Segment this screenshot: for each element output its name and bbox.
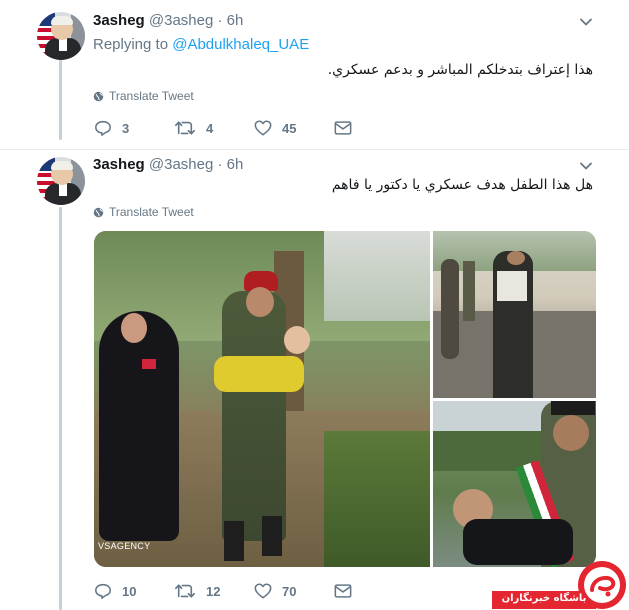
translate-tweet[interactable]: Translate Tweet bbox=[93, 205, 194, 219]
direct-message-button[interactable] bbox=[334, 120, 414, 136]
dm-icon bbox=[334, 121, 352, 135]
display-name[interactable]: 3asheg bbox=[93, 156, 145, 173]
photo-officer-child[interactable] bbox=[433, 401, 596, 567]
like-icon bbox=[254, 583, 272, 599]
direct-message-button[interactable] bbox=[334, 583, 414, 599]
reply-count: 3 bbox=[122, 120, 130, 136]
user-handle[interactable]: @3asheg bbox=[149, 156, 213, 173]
like-count: 45 bbox=[282, 120, 297, 136]
replying-to: Replying to @Abdulkhaleq_UAE bbox=[93, 36, 309, 53]
translate-label: Translate Tweet bbox=[109, 205, 194, 219]
reply-button[interactable]: 10 bbox=[94, 582, 174, 600]
tweet-text: هذا إعتراف بتدخلكم المباشر و بدعم عسكري. bbox=[327, 62, 593, 78]
replying-to-link[interactable]: @Abdulkhaleq_UAE bbox=[172, 36, 309, 53]
tweet[interactable]: 3asheg @3asheg · 6h Replying to @Abdulkh… bbox=[0, 0, 629, 150]
retweet-button[interactable]: 4 bbox=[174, 119, 254, 137]
like-icon bbox=[254, 120, 272, 136]
retweet-icon bbox=[175, 121, 195, 135]
retweet-count: 4 bbox=[206, 120, 214, 136]
media-watermark: VSAGENCY bbox=[98, 541, 151, 551]
like-button[interactable]: 70 bbox=[254, 582, 334, 600]
tweet-time[interactable]: 6h bbox=[227, 156, 244, 173]
like-button[interactable]: 45 bbox=[254, 119, 334, 137]
globe-icon bbox=[93, 207, 104, 217]
news-agency-logo: باشگاه خبرنگاران bbox=[492, 560, 629, 610]
display-name[interactable]: 3asheg bbox=[93, 12, 145, 29]
avatar[interactable] bbox=[37, 157, 85, 205]
reply-icon bbox=[95, 120, 111, 136]
dm-icon bbox=[334, 584, 352, 598]
separator-dot: · bbox=[217, 156, 223, 173]
reply-count: 10 bbox=[122, 583, 137, 599]
chevron-down-icon[interactable] bbox=[579, 159, 593, 173]
tweet-text: هل هذا الطفل هدف عسكري يا دكتور يا فاهم bbox=[331, 177, 593, 193]
photo-soldier-child[interactable] bbox=[94, 231, 430, 567]
separator-dot: · bbox=[217, 12, 223, 29]
retweet-icon bbox=[175, 584, 195, 598]
logo-text: باشگاه خبرنگاران bbox=[501, 593, 587, 604]
translate-tweet[interactable]: Translate Tweet bbox=[93, 89, 194, 103]
photo-street[interactable] bbox=[433, 231, 596, 398]
tweet-time[interactable]: 6h bbox=[227, 12, 244, 29]
retweet-count: 12 bbox=[206, 583, 221, 599]
user-handle[interactable]: @3asheg bbox=[149, 12, 213, 29]
replying-prefix: Replying to bbox=[93, 36, 173, 53]
translate-label: Translate Tweet bbox=[109, 89, 194, 103]
reply-icon bbox=[95, 583, 111, 599]
globe-icon bbox=[93, 91, 104, 101]
retweet-button[interactable]: 12 bbox=[174, 582, 254, 600]
avatar[interactable] bbox=[37, 12, 85, 60]
chevron-down-icon[interactable] bbox=[579, 15, 593, 29]
like-count: 70 bbox=[282, 583, 297, 599]
tweet-media[interactable]: VSAGENCY bbox=[94, 231, 596, 567]
reply-button[interactable]: 3 bbox=[94, 119, 174, 137]
